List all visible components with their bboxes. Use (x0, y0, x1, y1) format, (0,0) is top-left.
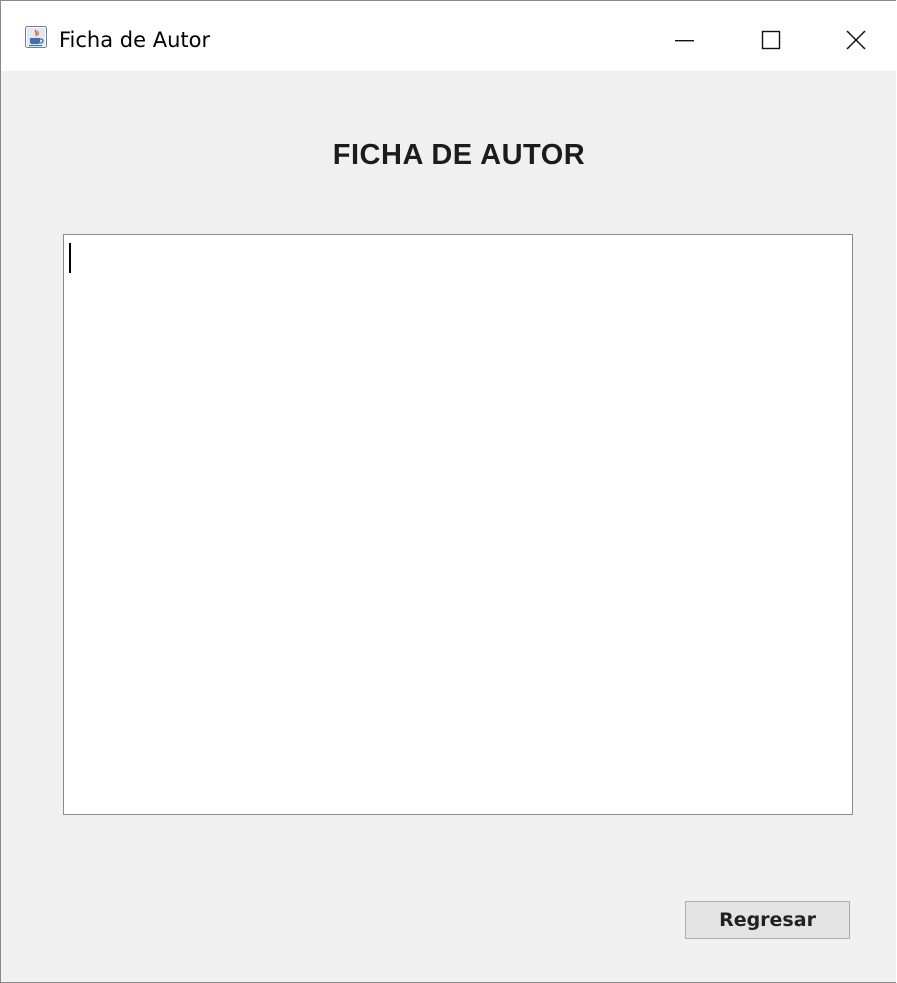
regresar-button[interactable]: Regresar (685, 901, 850, 939)
java-coffee-cup-icon[interactable] (25, 26, 47, 48)
app-window: Ficha de Autor FICHA DE AUTOR Regresar (0, 0, 896, 983)
author-info-text-area[interactable] (63, 234, 853, 815)
maximize-button[interactable] (731, 1, 811, 71)
title-bar[interactable]: Ficha de Autor (1, 1, 896, 71)
text-caret (69, 243, 71, 273)
minimize-button[interactable] (647, 1, 727, 71)
maximize-icon (761, 30, 781, 50)
window-title: Ficha de Autor (59, 28, 211, 52)
close-button[interactable] (816, 1, 896, 71)
minimize-icon (675, 40, 694, 42)
page-heading: FICHA DE AUTOR (332, 139, 586, 171)
close-icon (846, 30, 866, 50)
